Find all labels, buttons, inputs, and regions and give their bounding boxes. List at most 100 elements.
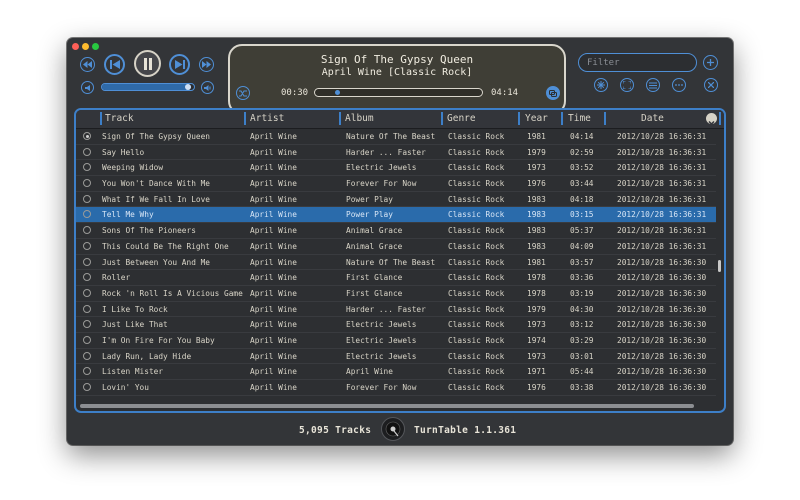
play-indicator-radio[interactable] (83, 304, 91, 313)
play-indicator-radio[interactable] (83, 383, 91, 391)
column-header-album[interactable]: Album (345, 113, 374, 124)
table-row[interactable]: I Like To Rock April Wine Harder ... Faste… (76, 302, 716, 318)
play-pause-button[interactable] (134, 50, 161, 77)
table-row[interactable]: Say Hello April Wine Harder ... Faster Clas… (76, 145, 716, 161)
cell-genre: Classic Rock (448, 257, 505, 267)
column-divider[interactable] (339, 112, 341, 125)
column-divider[interactable] (100, 112, 102, 125)
cell-track: This Could Be The Right One (102, 241, 229, 251)
table-row[interactable]: Listen Mister April Wine April Wine Classic… (76, 364, 716, 380)
fast-forward-icon (202, 61, 211, 68)
progress-knob[interactable] (335, 90, 341, 95)
play-indicator-radio[interactable] (83, 226, 91, 235)
play-indicator-radio[interactable] (83, 163, 91, 172)
previous-button[interactable] (104, 54, 125, 75)
vertical-scrollbar[interactable] (718, 260, 721, 272)
column-divider[interactable] (518, 112, 520, 125)
cell-genre: Classic Rock (448, 320, 505, 330)
shuffle-icon (239, 90, 247, 96)
column-header-artist[interactable]: Artist (250, 113, 284, 124)
close-icon (708, 82, 714, 88)
rewind-button[interactable] (80, 57, 95, 72)
cell-year: 1976 (527, 179, 546, 189)
table-row[interactable]: Sons Of The Pioneers April Wine Animal Gra… (76, 223, 716, 239)
cell-track: Just Like That (102, 320, 168, 330)
table-row[interactable]: I'm On Fire For You Baby April Wine Electr… (76, 333, 716, 349)
play-indicator-radio[interactable] (83, 257, 91, 266)
play-indicator-radio[interactable] (83, 210, 91, 219)
table-row[interactable]: Just Between You And Me April Wine Nature … (76, 255, 716, 271)
play-indicator-radio[interactable] (83, 132, 91, 140)
table-row[interactable]: Roller April Wine First Glance Classic Rock… (76, 270, 716, 286)
window-minimize-button[interactable] (82, 43, 89, 50)
snowflake-button[interactable] (594, 78, 608, 92)
play-indicator-radio[interactable] (83, 273, 91, 282)
close-button[interactable] (704, 78, 718, 92)
volume-slider[interactable] (101, 83, 195, 91)
column-header-track[interactable]: Track (105, 113, 134, 124)
play-indicator-radio[interactable] (83, 335, 91, 344)
cell-album: Forever For Now (346, 383, 417, 392)
filter-input[interactable] (578, 53, 697, 72)
cell-track: Sons Of The Pioneers (102, 226, 196, 236)
more-button[interactable] (672, 78, 686, 92)
cell-year: 1981 (527, 132, 546, 141)
table-row[interactable]: This Could Be The Right One April Wine Ani… (76, 239, 716, 255)
repeat-button[interactable] (546, 86, 560, 100)
column-header-year[interactable]: Year (525, 113, 548, 124)
table-row[interactable]: Weeping Widow April Wine Electric Jewels Cl… (76, 160, 716, 177)
elapsed-time: 00:30 (281, 88, 309, 98)
progress-bar[interactable] (314, 88, 483, 97)
cell-artist: April Wine (250, 226, 297, 236)
play-indicator-radio[interactable] (83, 179, 91, 188)
horizontal-scrollbar[interactable] (80, 404, 694, 408)
volume-down-button[interactable] (81, 81, 94, 94)
column-header-date[interactable]: Date (641, 113, 664, 124)
now-playing-title: Sign Of The Gypsy Queen (320, 53, 474, 66)
column-header-genre[interactable]: Genre (447, 113, 476, 124)
shuffle-button[interactable] (236, 86, 250, 100)
fullscreen-button[interactable] (620, 78, 634, 92)
play-indicator-radio[interactable] (83, 147, 91, 156)
sort-menu-button[interactable] (706, 113, 717, 126)
column-divider[interactable] (561, 112, 563, 125)
table-row[interactable]: What If We Fall In Love April Wine Power P… (76, 192, 716, 208)
cell-album: First Glance (346, 273, 403, 283)
cell-time: 04:14 (570, 132, 594, 141)
volume-slider-knob[interactable] (185, 84, 192, 90)
table-row[interactable]: Sign Of The Gypsy Queen April Wine Nature … (76, 129, 716, 145)
play-indicator-radio[interactable] (83, 241, 91, 250)
more-icon (675, 84, 683, 86)
next-button[interactable] (169, 54, 190, 75)
table-row[interactable]: You Won't Dance With Me April Wine Forever… (76, 176, 716, 192)
play-indicator-radio[interactable] (83, 194, 91, 203)
window-zoom-button[interactable] (92, 43, 99, 50)
volume-up-button[interactable] (201, 81, 214, 94)
snowflake-icon (597, 81, 605, 89)
fast-forward-button[interactable] (199, 57, 214, 72)
column-divider[interactable] (604, 112, 606, 125)
column-divider[interactable] (719, 112, 721, 125)
cell-genre: Classic Rock (448, 383, 505, 392)
play-indicator-radio[interactable] (83, 320, 91, 329)
table-row[interactable]: Just Like That April Wine Electric Jewels C… (76, 317, 716, 333)
table-row[interactable]: Tell Me Why April Wine Power Play Classic R… (76, 207, 716, 224)
table-row[interactable]: Lady Run, Lady Hide April Wine Electric Je… (76, 349, 716, 365)
add-button[interactable] (703, 55, 718, 70)
cell-genre: Classic Rock (448, 210, 505, 220)
table-row[interactable]: Rock 'n Roll Is A Vicious Game April Wine… (76, 286, 716, 302)
column-divider[interactable] (441, 112, 443, 125)
column-divider[interactable] (244, 112, 246, 125)
play-indicator-radio[interactable] (83, 351, 91, 360)
play-indicator-radio[interactable] (83, 367, 91, 376)
turntable-logo (381, 417, 405, 441)
cell-track: What If We Fall In Love (102, 194, 210, 204)
play-indicator-radio[interactable] (83, 288, 91, 297)
list-button[interactable] (646, 78, 660, 92)
window-close-button[interactable] (72, 43, 79, 50)
cell-year: 1976 (527, 383, 546, 392)
cell-year: 1973 (527, 320, 546, 330)
table-row[interactable]: Lovin' You April Wine Forever For Now Class… (76, 380, 716, 396)
column-header-time[interactable]: Time (568, 113, 591, 124)
cell-year: 1981 (527, 257, 546, 267)
